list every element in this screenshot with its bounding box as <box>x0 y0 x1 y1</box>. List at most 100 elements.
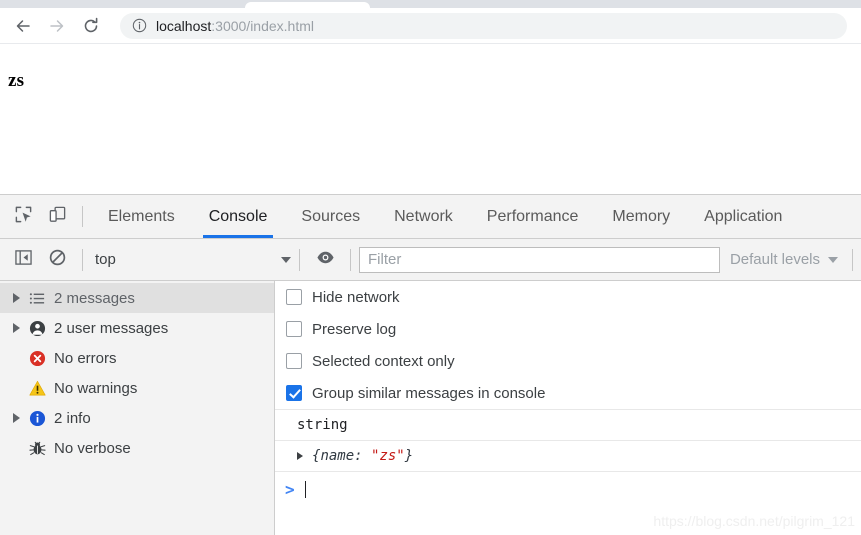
setting-group-similar[interactable]: Group similar messages in console <box>275 377 861 409</box>
sidebar-item-verbose[interactable]: No verbose <box>0 433 274 463</box>
setting-selected-context-only[interactable]: Selected context only <box>275 345 861 377</box>
console-body: 2 messages 2 user messages No errors No … <box>0 281 861 535</box>
sidebar-item-verbose-label: No verbose <box>54 439 131 457</box>
warning-icon <box>24 380 50 397</box>
disclosure-triangle-icon[interactable] <box>8 293 24 303</box>
tab-sources[interactable]: Sources <box>284 195 377 238</box>
console-sidebar-toggle-button[interactable] <box>6 239 40 281</box>
execution-context-value: top <box>95 251 116 268</box>
device-toolbar-button[interactable] <box>40 195 74 238</box>
tab-sources-label: Sources <box>301 207 361 225</box>
tab-network[interactable]: Network <box>377 195 470 238</box>
chevron-down-icon <box>828 256 838 263</box>
bug-icon <box>24 440 50 457</box>
tab-console[interactable]: Console <box>192 195 285 238</box>
filter-input[interactable]: Filter <box>359 246 720 273</box>
tab-console-label: Console <box>208 207 268 225</box>
toolbar-divider <box>82 206 83 227</box>
log-level-value: Default levels <box>729 251 820 268</box>
error-icon <box>24 350 50 367</box>
tab-application[interactable]: Application <box>687 195 799 238</box>
sidebar-item-warnings[interactable]: No warnings <box>0 373 274 403</box>
sidebar-item-messages-label: 2 messages <box>54 289 135 307</box>
tab-memory-label: Memory <box>612 207 671 225</box>
setting-preserve-log-label: Preserve log <box>312 320 397 338</box>
console-prompt-row[interactable]: > <box>275 471 861 507</box>
tab-performance[interactable]: Performance <box>470 195 596 238</box>
inspect-element-button[interactable] <box>6 195 40 238</box>
address-bar[interactable]: localhost:3000/index.html <box>120 12 847 39</box>
back-arrow-icon <box>13 16 33 36</box>
sidebar-item-errors[interactable]: No errors <box>0 343 274 373</box>
console-toolbar-divider-1 <box>82 248 83 271</box>
group-similar-checkbox[interactable] <box>286 385 302 401</box>
sidebar-item-warnings-label: No warnings <box>54 379 138 397</box>
tab-elements-label: Elements <box>108 207 175 225</box>
list-icon <box>24 290 50 307</box>
object-disclosure-triangle-icon[interactable] <box>297 452 312 460</box>
sidebar-item-errors-label: No errors <box>54 349 117 367</box>
object-string-value: "zs" <box>371 448 405 464</box>
prompt-chevron-icon: > <box>285 479 295 499</box>
reload-button[interactable] <box>76 11 106 41</box>
sidebar-item-user-messages[interactable]: 2 user messages <box>0 313 274 343</box>
sidebar-item-info-label: 2 info <box>54 409 91 427</box>
info-icon <box>24 410 50 427</box>
sidebar-panel-icon <box>14 249 32 271</box>
setting-group-similar-label: Group similar messages in console <box>312 384 546 402</box>
console-log-row-object[interactable]: {name: "zs"} <box>275 440 861 471</box>
site-info-icon[interactable] <box>132 18 147 33</box>
forward-button[interactable] <box>42 11 72 41</box>
tab-application-label: Application <box>704 207 783 225</box>
log-level-select[interactable]: Default levels <box>730 251 844 268</box>
sidebar-item-info[interactable]: 2 info <box>0 403 274 433</box>
setting-hide-network-label: Hide network <box>312 288 400 306</box>
execution-context-select[interactable]: top <box>91 251 291 268</box>
tab-strip-left-fill <box>0 0 245 8</box>
console-toolbar: top Filter Default levels <box>0 239 861 281</box>
sidebar-item-user-messages-label: 2 user messages <box>54 319 169 337</box>
browser-tab-active[interactable] <box>245 2 370 8</box>
disclosure-triangle-icon[interactable] <box>8 413 24 423</box>
selected-context-only-checkbox[interactable] <box>286 353 302 369</box>
reload-icon <box>81 16 101 36</box>
chevron-down-icon <box>281 256 291 263</box>
page-body-text: zs <box>8 70 25 91</box>
sidebar-item-messages[interactable]: 2 messages <box>0 283 274 313</box>
clear-console-icon <box>49 249 66 271</box>
browser-chrome: localhost:3000/index.html <box>0 0 861 44</box>
setting-preserve-log[interactable]: Preserve log <box>275 313 861 345</box>
devtools-panel: Elements Console Sources Network Perform… <box>0 194 861 535</box>
console-main: Hide network Preserve log Selected conte… <box>275 281 861 535</box>
console-toolbar-divider-3 <box>350 248 351 271</box>
disclosure-triangle-icon[interactable] <box>8 323 24 333</box>
tab-performance-label: Performance <box>486 207 579 225</box>
console-log-row-string[interactable]: string <box>275 409 861 440</box>
tab-strip <box>0 0 861 8</box>
console-log-string-text: string <box>297 417 348 433</box>
console-log-object-preview: {name: "zs"} <box>312 448 413 464</box>
object-close-brace: } <box>404 448 414 464</box>
preserve-log-checkbox[interactable] <box>286 321 302 337</box>
console-sidebar: 2 messages 2 user messages No errors No … <box>0 281 275 535</box>
setting-selected-context-only-label: Selected context only <box>312 352 455 370</box>
console-toolbar-divider-2 <box>299 248 300 271</box>
hide-network-checkbox[interactable] <box>286 289 302 305</box>
object-key: name: <box>320 448 372 464</box>
setting-hide-network[interactable]: Hide network <box>275 281 861 313</box>
devtools-tabbar: Elements Console Sources Network Perform… <box>0 195 861 239</box>
inspect-cursor-icon <box>14 205 33 229</box>
console-toolbar-divider-4 <box>852 248 853 271</box>
device-toolbar-icon <box>48 205 67 229</box>
watermark-text: https://blog.csdn.net/pilgrim_121 <box>653 513 855 529</box>
navigation-bar: localhost:3000/index.html <box>0 8 861 44</box>
back-button[interactable] <box>8 11 38 41</box>
create-live-expression-button[interactable] <box>308 239 342 281</box>
tab-elements[interactable]: Elements <box>91 195 192 238</box>
devtools-tab-list: Elements Console Sources Network Perform… <box>91 195 861 238</box>
tab-network-label: Network <box>394 207 453 225</box>
forward-arrow-icon <box>47 16 67 36</box>
tab-memory[interactable]: Memory <box>595 195 687 238</box>
address-bar-host: localhost <box>156 17 212 34</box>
clear-console-button[interactable] <box>40 239 74 281</box>
